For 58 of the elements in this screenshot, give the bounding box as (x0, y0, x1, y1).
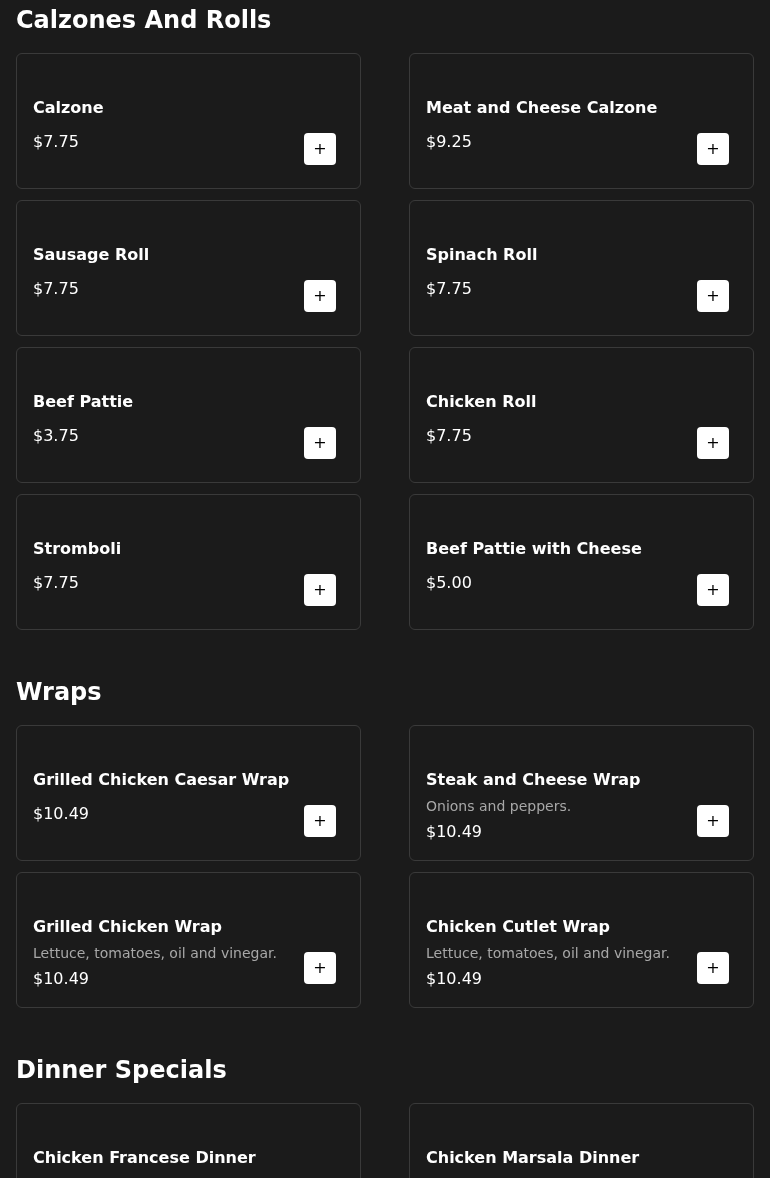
item-price: $3.75 (33, 425, 80, 447)
item-name: Grilled Chicken Caesar Wrap (33, 769, 290, 791)
item-name: Chicken Marsala Dinner (426, 1147, 640, 1169)
item-description: Onions and peppers. (426, 797, 573, 816)
item-price: $10.49 (426, 968, 483, 990)
item-description: Lettuce, tomatoes, oil and vinegar. (33, 944, 277, 963)
item-name: Beef Pattie (33, 391, 134, 413)
add-button[interactable]: + (304, 133, 336, 165)
menu-item-card[interactable]: Stromboli $7.75 + (16, 494, 361, 630)
item-price: $10.49 (33, 803, 90, 825)
add-button[interactable]: + (697, 805, 729, 837)
menu-item-card[interactable]: Beef Pattie $3.75 + (16, 347, 361, 483)
item-name: Stromboli (33, 538, 122, 560)
menu-item-card[interactable]: Chicken Cutlet Wrap Lettuce, tomatoes, oil and vinegar. $10.49 + (409, 872, 754, 1008)
add-button[interactable]: + (697, 280, 729, 312)
add-button[interactable]: + (697, 133, 729, 165)
item-price: $7.75 (426, 278, 473, 300)
add-button[interactable]: + (304, 280, 336, 312)
item-name: Sausage Roll (33, 244, 150, 266)
item-price: $7.75 (426, 425, 473, 447)
menu-item-card[interactable]: Beef Pattie with Cheese $5.00 + (409, 494, 754, 630)
item-price: $5.00 (426, 572, 473, 594)
menu-item-card[interactable]: Chicken Francese Dinner (16, 1103, 361, 1178)
menu-item-card[interactable]: Sausage Roll $7.75 + (16, 200, 361, 336)
menu-item-card[interactable]: Steak and Cheese Wrap Onions and peppers. $10.49 + (409, 725, 754, 861)
item-name: Calzone (33, 97, 104, 119)
item-name: Steak and Cheese Wrap (426, 769, 641, 791)
menu-item-card[interactable]: Calzone $7.75 + (16, 53, 361, 189)
add-button[interactable]: + (697, 574, 729, 606)
menu-item-card[interactable]: Meat and Cheese Calzone $9.25 + (409, 53, 754, 189)
menu-item-card[interactable]: Grilled Chicken Wrap Lettuce, tomatoes, oil and vinegar. $10.49 + (16, 872, 361, 1008)
item-price: $7.75 (33, 572, 80, 594)
item-description: Lettuce, tomatoes, oil and vinegar. (426, 944, 670, 963)
section-heading: Calzones And Rolls (16, 5, 273, 36)
item-price: $10.49 (426, 821, 483, 843)
item-price: $7.75 (33, 131, 80, 153)
menu-item-card[interactable]: Grilled Chicken Caesar Wrap $10.49 + (16, 725, 361, 861)
menu-item-card[interactable]: Chicken Roll $7.75 + (409, 347, 754, 483)
item-name: Chicken Francese Dinner (33, 1147, 256, 1169)
item-name: Meat and Cheese Calzone (426, 97, 658, 119)
add-button[interactable]: + (697, 427, 729, 459)
add-button[interactable]: + (304, 574, 336, 606)
add-button[interactable]: + (304, 952, 336, 984)
menu-item-card[interactable]: Chicken Marsala Dinner (409, 1103, 754, 1178)
section-heading: Dinner Specials (16, 1055, 228, 1086)
item-price: $10.49 (33, 968, 90, 990)
menu-item-card[interactable]: Spinach Roll $7.75 + (409, 200, 754, 336)
item-name: Spinach Roll (426, 244, 538, 266)
item-name: Grilled Chicken Wrap (33, 916, 223, 938)
item-price: $9.25 (426, 131, 473, 153)
item-name: Chicken Roll (426, 391, 537, 413)
item-name: Beef Pattie with Cheese (426, 538, 642, 560)
add-button[interactable]: + (304, 427, 336, 459)
add-button[interactable]: + (304, 805, 336, 837)
section-heading: Wraps (16, 677, 103, 708)
item-name: Chicken Cutlet Wrap (426, 916, 611, 938)
add-button[interactable]: + (697, 952, 729, 984)
item-price: $7.75 (33, 278, 80, 300)
